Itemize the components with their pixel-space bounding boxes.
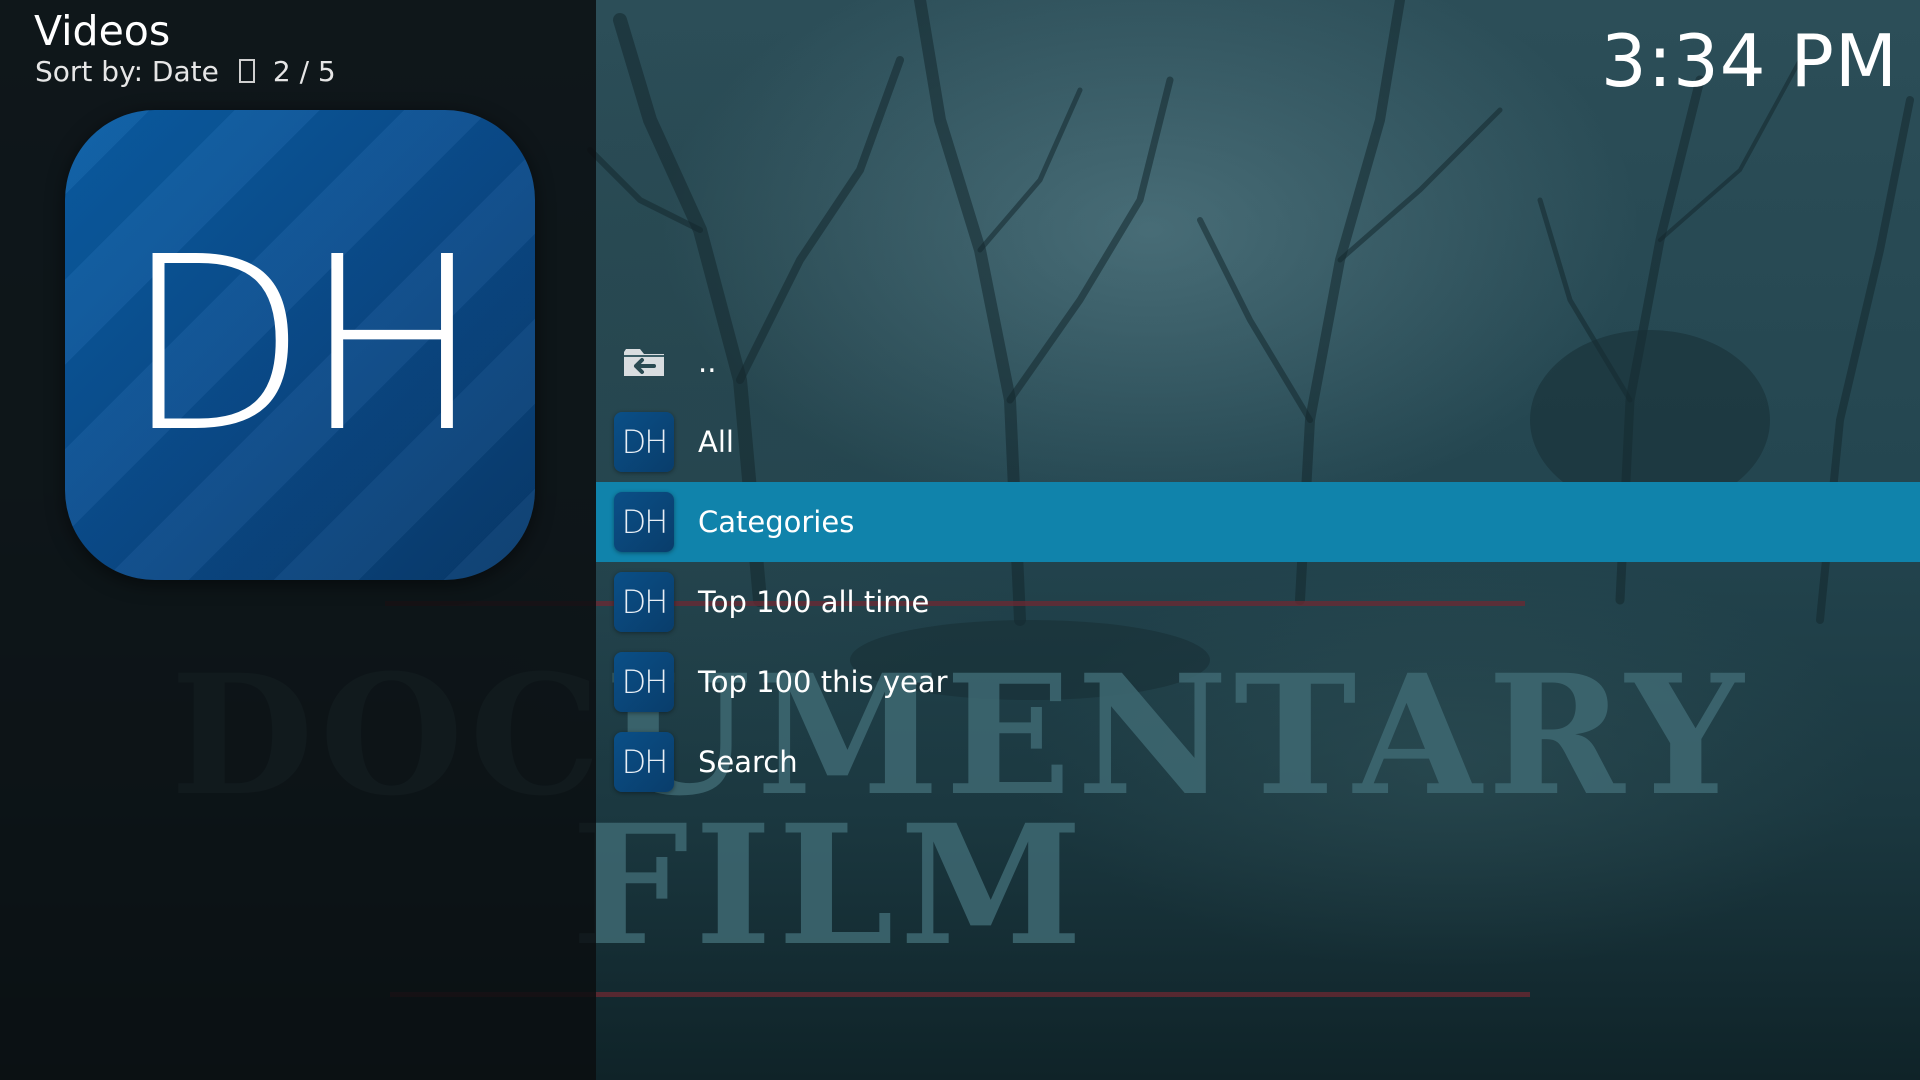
dh-addon-icon: DH bbox=[614, 732, 674, 792]
list-item[interactable]: DH Top 100 this year bbox=[596, 642, 1920, 722]
list-item[interactable]: DH Top 100 all time bbox=[596, 562, 1920, 642]
sort-status[interactable]: Sort by: Date 2 / 5 bbox=[35, 52, 336, 92]
sort-label: Sort by: Date bbox=[35, 55, 219, 88]
dh-addon-icon: DH bbox=[614, 412, 674, 472]
list-item-label: Search bbox=[698, 745, 798, 779]
dh-addon-icon: DH bbox=[614, 492, 674, 552]
addon-thumbnail: DH bbox=[65, 110, 535, 580]
window-title: Videos bbox=[34, 7, 171, 55]
list-item-parent-folder[interactable]: .. bbox=[596, 322, 1920, 402]
item-position: 2 / 5 bbox=[272, 55, 336, 88]
list-item[interactable]: DH Search bbox=[596, 722, 1920, 802]
list-item-label: All bbox=[698, 425, 734, 459]
list-item[interactable]: DH All bbox=[596, 402, 1920, 482]
list-item-label: Top 100 all time bbox=[698, 585, 930, 619]
file-list: .. DH All DH Categories DH Top 100 all time DH T… bbox=[596, 322, 1920, 802]
list-item-label: Top 100 this year bbox=[698, 665, 948, 699]
folder-back-icon bbox=[614, 332, 674, 392]
list-item-label: Categories bbox=[698, 505, 855, 539]
list-item[interactable]: DH Categories bbox=[596, 482, 1920, 562]
sort-order-icon bbox=[238, 59, 255, 83]
list-item-label: .. bbox=[698, 345, 717, 379]
clock: 3:34 PM bbox=[1600, 19, 1898, 103]
addon-logo-text: DH bbox=[123, 205, 482, 485]
dh-addon-icon: DH bbox=[614, 572, 674, 632]
kodi-video-screen: DOCUMENTARY FILM Videos Sort by: Date 2 /… bbox=[0, 0, 1920, 1080]
dh-addon-icon: DH bbox=[614, 652, 674, 712]
